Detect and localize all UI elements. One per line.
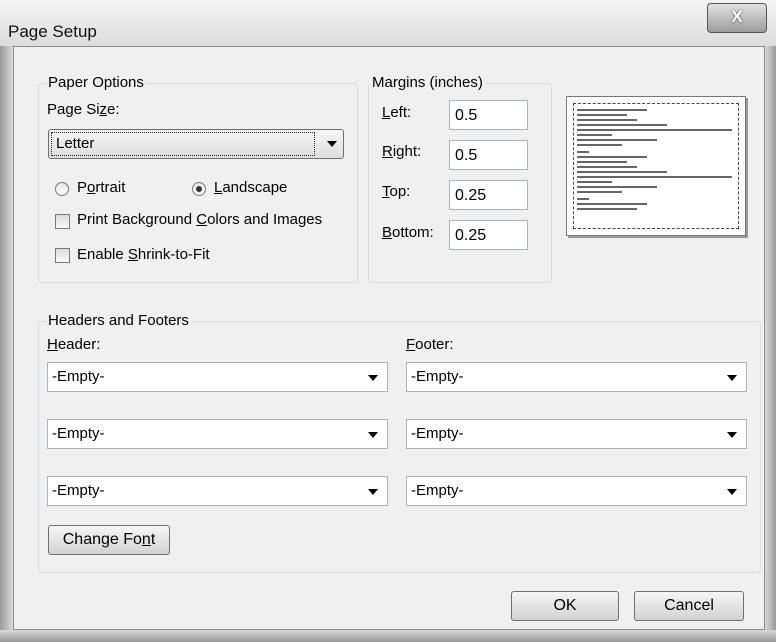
preview-text-line	[577, 144, 622, 146]
preview-text-line	[577, 161, 627, 163]
shrink-to-fit-checkbox[interactable]	[55, 248, 70, 263]
preview-text-line	[577, 109, 647, 111]
ok-button[interactable]: OK	[511, 591, 619, 621]
top-margin-label: Top:	[382, 183, 411, 200]
header-label: Header:	[47, 336, 101, 353]
landscape-label[interactable]: Landscape	[214, 179, 287, 196]
preview-text-line	[577, 119, 637, 121]
footer-select-2[interactable]: -Empty-	[406, 419, 747, 449]
header-select-value: -Empty-	[52, 425, 105, 442]
paper-options-legend: Paper Options	[46, 74, 146, 91]
chevron-down-icon	[727, 489, 737, 495]
preview-text-line	[577, 124, 667, 126]
left-margin-input[interactable]: 0.5	[449, 100, 528, 130]
preview-text-line	[577, 186, 657, 188]
header-select-2[interactable]: -Empty-	[47, 419, 388, 449]
header-select-value: -Empty-	[52, 368, 105, 385]
margins-legend: Margins (inches)	[370, 74, 485, 91]
close-icon: X	[731, 7, 743, 26]
portrait-radio[interactable]	[55, 182, 69, 196]
preview-text-line	[577, 198, 589, 200]
preview-text-line	[577, 129, 732, 131]
landscape-radio[interactable]	[192, 182, 206, 196]
page-size-dropdown[interactable]: Letter	[48, 129, 344, 159]
chevron-down-icon	[368, 432, 378, 438]
header-select-value: -Empty-	[52, 482, 105, 499]
portrait-label[interactable]: Portrait	[77, 179, 125, 196]
preview-text-line	[577, 151, 589, 153]
footer-select-value: -Empty-	[411, 425, 464, 442]
header-select-1[interactable]: -Empty-	[47, 362, 388, 392]
title-bar: Page Setup X	[0, 0, 776, 46]
preview-text-line	[577, 166, 637, 168]
chevron-down-icon	[327, 141, 337, 147]
preview-text-line	[577, 208, 637, 210]
preview-text-line	[577, 181, 612, 183]
preview-text-line	[577, 203, 647, 205]
left-margin-label: Left:	[382, 104, 412, 121]
page-size-label: Page Size:	[47, 101, 120, 118]
window-frame-bottom	[0, 630, 776, 642]
preview-text-line	[577, 114, 627, 116]
page-preview	[566, 96, 746, 236]
preview-text-line	[577, 156, 647, 158]
chevron-down-icon	[727, 375, 737, 381]
close-button[interactable]: X	[707, 3, 767, 33]
print-background-label[interactable]: Print Background Colors and Images	[77, 211, 322, 228]
chevron-down-icon	[727, 432, 737, 438]
bottom-margin-label: Bottom:	[382, 224, 434, 241]
right-margin-label: Right:	[382, 143, 422, 160]
footer-select-value: -Empty-	[411, 482, 464, 499]
chevron-down-icon	[368, 489, 378, 495]
page-size-value: Letter	[51, 132, 315, 156]
header-select-3[interactable]: -Empty-	[47, 476, 388, 506]
window-title: Page Setup	[8, 22, 97, 41]
window-frame-right	[765, 46, 776, 642]
bottom-margin-input[interactable]: 0.25	[449, 220, 528, 250]
footer-label: Footer:	[406, 336, 454, 353]
print-background-checkbox[interactable]	[55, 214, 70, 229]
footer-select-3[interactable]: -Empty-	[406, 476, 747, 506]
top-margin-input[interactable]: 0.25	[449, 180, 528, 210]
footer-select-value: -Empty-	[411, 368, 464, 385]
preview-text-line	[577, 134, 612, 136]
cancel-button[interactable]: Cancel	[634, 591, 744, 621]
chevron-down-icon	[368, 375, 378, 381]
shrink-to-fit-label[interactable]: Enable Shrink-to-Fit	[77, 246, 210, 263]
headers-footers-legend: Headers and Footers	[46, 312, 191, 329]
change-font-button[interactable]: Change Font	[48, 525, 170, 555]
preview-text-line	[577, 176, 732, 178]
preview-text-line	[577, 139, 657, 141]
right-margin-input[interactable]: 0.5	[449, 140, 528, 170]
preview-text-line	[577, 191, 622, 193]
preview-text-line	[577, 171, 667, 173]
footer-select-1[interactable]: -Empty-	[406, 362, 747, 392]
window-frame-left	[0, 46, 13, 642]
